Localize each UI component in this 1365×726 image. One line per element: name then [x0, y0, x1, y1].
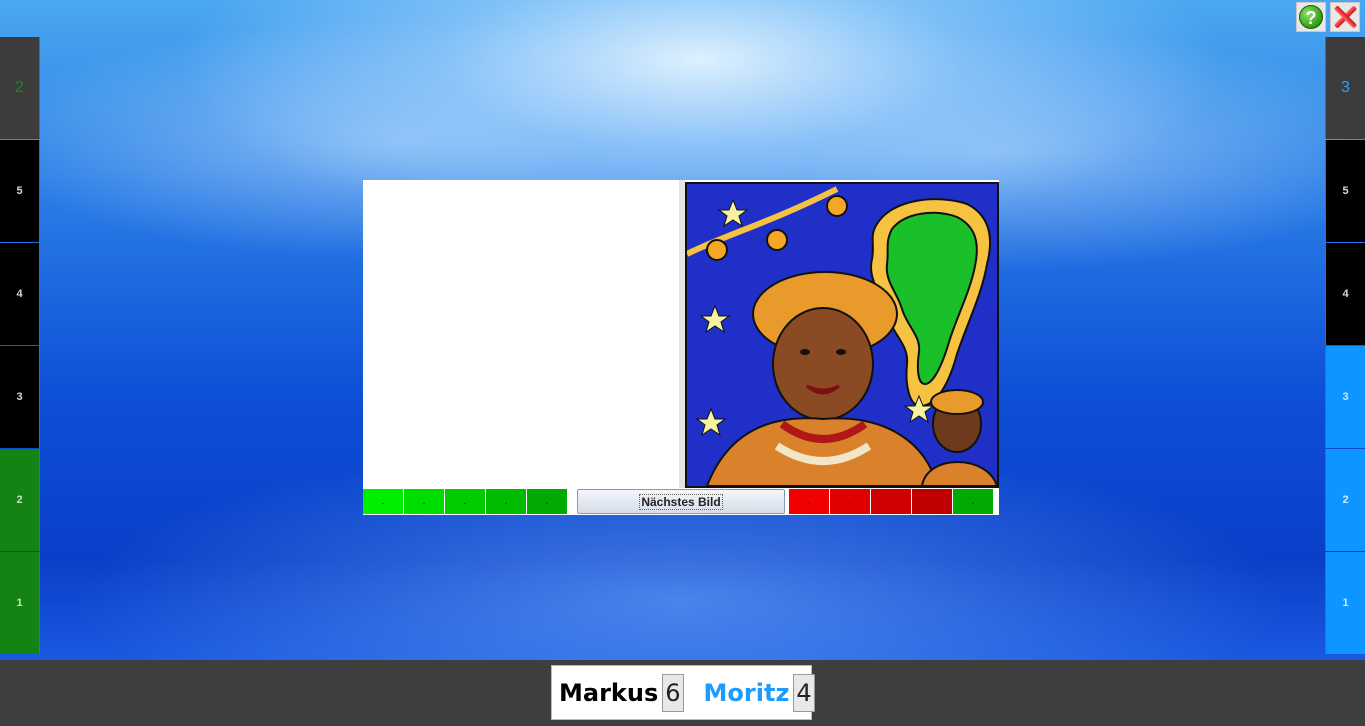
african-woman-illustration: [687, 184, 997, 486]
right-progress-segment: .: [912, 489, 952, 514]
left-track-cell: 1: [0, 552, 40, 654]
next-picture-label: Nächstes Bild: [639, 493, 723, 510]
right-track-cell: 3: [1325, 346, 1365, 448]
close-icon: [1332, 4, 1358, 30]
left-progress-segment: .: [445, 489, 485, 514]
right-track-cell: 2: [1325, 449, 1365, 551]
help-button[interactable]: ?: [1296, 2, 1326, 32]
game-board: . . . . . Nächstes Bild . . . . .: [363, 180, 999, 515]
right-track-cell: 5: [1325, 140, 1365, 242]
player-2-score: 4: [793, 673, 815, 712]
right-progress-segment: .: [789, 489, 829, 514]
right-track-cell: 1: [1325, 552, 1365, 654]
player-1-name: Markus: [559, 678, 659, 707]
close-button[interactable]: [1330, 2, 1360, 32]
right-track-score: 3: [1325, 37, 1365, 139]
right-progress-segment: .: [830, 489, 870, 514]
right-progress-segment: .: [871, 489, 911, 514]
left-progress-segment: .: [486, 489, 526, 514]
left-track-cell: 3: [0, 346, 40, 448]
left-score-track: 2 5 4 3 2 1: [0, 37, 40, 655]
hidden-picture-pane[interactable]: [363, 180, 679, 488]
left-track-cell: 2: [0, 449, 40, 551]
player-scoreboard: Markus 6 Moritz 4: [551, 665, 815, 720]
player-1-score: 6: [662, 673, 684, 712]
help-icon: ?: [1299, 5, 1323, 29]
right-progress-segment: .: [953, 489, 993, 514]
revealed-picture: [685, 182, 999, 488]
left-progress-bar: . . . . .: [363, 488, 568, 515]
next-picture-button[interactable]: Nächstes Bild: [577, 489, 785, 514]
left-progress-segment: .: [527, 489, 567, 514]
player-2-name: Moritz: [703, 678, 790, 707]
left-track-cell: 5: [0, 140, 40, 242]
right-score-track: 3 5 4 3 2 1: [1325, 37, 1365, 655]
left-progress-segment: .: [404, 489, 444, 514]
left-track-score: 2: [0, 37, 40, 139]
left-progress-segment: .: [363, 489, 403, 514]
right-progress-bar: . . . . .: [789, 488, 994, 515]
right-track-cell: 4: [1325, 243, 1365, 345]
left-track-cell: 4: [0, 243, 40, 345]
